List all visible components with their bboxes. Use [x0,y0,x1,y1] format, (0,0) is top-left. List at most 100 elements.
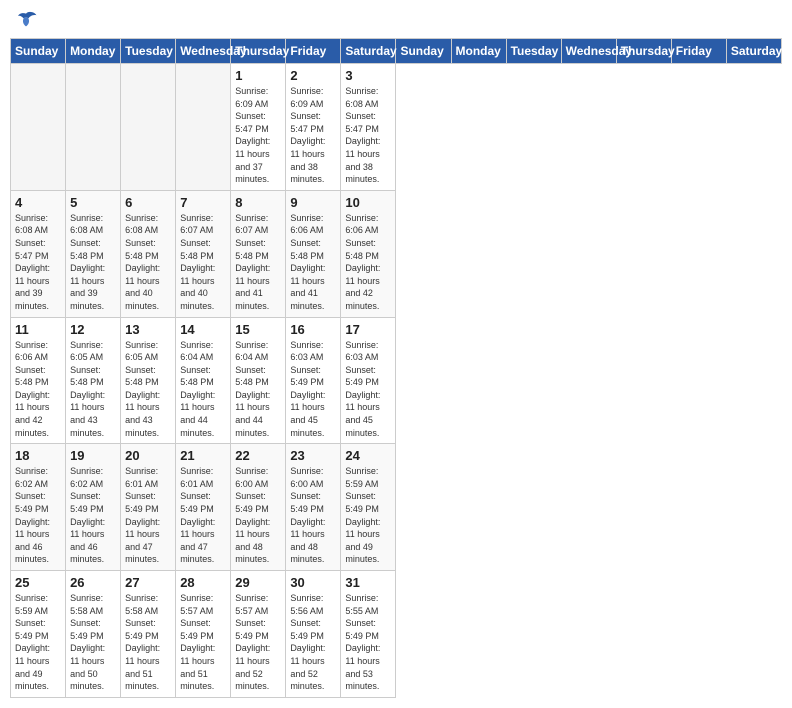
calendar-week-3: 11 Sunrise: 6:06 AMSunset: 5:48 PMDayligh… [11,317,782,444]
day-info: Sunrise: 5:58 AMSunset: 5:49 PMDaylight:… [70,592,116,693]
day-number: 30 [290,575,336,590]
weekday-header-monday: Monday [66,39,121,64]
calendar-cell: 13 Sunrise: 6:05 AMSunset: 5:48 PMDayligh… [121,317,176,444]
day-number: 11 [15,322,61,337]
day-info: Sunrise: 6:09 AMSunset: 5:47 PMDaylight:… [235,85,281,186]
day-number: 24 [345,448,391,463]
weekday-sunday: Sunday [396,39,451,64]
day-number: 15 [235,322,281,337]
calendar-cell: 4 Sunrise: 6:08 AMSunset: 5:47 PMDaylight… [11,190,66,317]
day-info: Sunrise: 6:08 AMSunset: 5:47 PMDaylight:… [345,85,391,186]
weekday-header-tuesday: Tuesday [121,39,176,64]
day-info: Sunrise: 6:06 AMSunset: 5:48 PMDaylight:… [345,212,391,313]
logo-bird-icon [14,10,38,30]
day-info: Sunrise: 6:07 AMSunset: 5:48 PMDaylight:… [180,212,226,313]
day-number: 22 [235,448,281,463]
calendar-cell: 15 Sunrise: 6:04 AMSunset: 5:48 PMDayligh… [231,317,286,444]
calendar-week-2: 4 Sunrise: 6:08 AMSunset: 5:47 PMDaylight… [11,190,782,317]
day-number: 9 [290,195,336,210]
calendar-cell: 8 Sunrise: 6:07 AMSunset: 5:48 PMDaylight… [231,190,286,317]
day-number: 2 [290,68,336,83]
calendar-cell [66,64,121,191]
calendar-week-4: 18 Sunrise: 6:02 AMSunset: 5:49 PMDayligh… [11,444,782,571]
weekday-wednesday: Wednesday [561,39,616,64]
day-number: 23 [290,448,336,463]
day-number: 10 [345,195,391,210]
day-number: 18 [15,448,61,463]
day-info: Sunrise: 5:59 AMSunset: 5:49 PMDaylight:… [15,592,61,693]
calendar-cell: 1 Sunrise: 6:09 AMSunset: 5:47 PMDaylight… [231,64,286,191]
calendar-cell: 11 Sunrise: 6:06 AMSunset: 5:48 PMDayligh… [11,317,66,444]
day-number: 31 [345,575,391,590]
calendar-cell [176,64,231,191]
day-info: Sunrise: 6:02 AMSunset: 5:49 PMDaylight:… [15,465,61,566]
day-info: Sunrise: 6:04 AMSunset: 5:48 PMDaylight:… [235,339,281,440]
weekday-thursday: Thursday [616,39,671,64]
weekday-monday: Monday [451,39,506,64]
calendar-cell: 7 Sunrise: 6:07 AMSunset: 5:48 PMDaylight… [176,190,231,317]
calendar-cell: 29 Sunrise: 5:57 AMSunset: 5:49 PMDayligh… [231,571,286,698]
day-info: Sunrise: 6:06 AMSunset: 5:48 PMDaylight:… [290,212,336,313]
calendar-cell: 30 Sunrise: 5:56 AMSunset: 5:49 PMDayligh… [286,571,341,698]
weekday-header-saturday: Saturday [341,39,396,64]
day-info: Sunrise: 6:00 AMSunset: 5:49 PMDaylight:… [235,465,281,566]
day-info: Sunrise: 6:08 AMSunset: 5:47 PMDaylight:… [15,212,61,313]
calendar-cell: 24 Sunrise: 5:59 AMSunset: 5:49 PMDayligh… [341,444,396,571]
day-info: Sunrise: 6:03 AMSunset: 5:49 PMDaylight:… [290,339,336,440]
day-info: Sunrise: 5:57 AMSunset: 5:49 PMDaylight:… [180,592,226,693]
day-number: 1 [235,68,281,83]
day-number: 29 [235,575,281,590]
day-number: 6 [125,195,171,210]
day-info: Sunrise: 5:55 AMSunset: 5:49 PMDaylight:… [345,592,391,693]
day-info: Sunrise: 5:57 AMSunset: 5:49 PMDaylight:… [235,592,281,693]
calendar-table: SundayMondayTuesdayWednesdayThursdayFrid… [10,38,782,698]
calendar-cell: 14Sunrise: 6:04 AMSunset: 5:48 PMDayligh… [176,317,231,444]
day-info: Sunrise: 6:03 AMSunset: 5:49 PMDaylight:… [345,339,391,440]
calendar-cell: 12Sunrise: 6:05 AMSunset: 5:48 PMDayligh… [66,317,121,444]
calendar-week-1: 1 Sunrise: 6:09 AMSunset: 5:47 PMDaylight… [11,64,782,191]
day-info: Sunrise: 6:08 AMSunset: 5:48 PMDaylight:… [70,212,116,313]
day-number: 13 [125,322,171,337]
day-number: 19 [70,448,116,463]
day-number: 8 [235,195,281,210]
day-number: 26 [70,575,116,590]
calendar-cell: 25Sunrise: 5:59 AMSunset: 5:49 PMDayligh… [11,571,66,698]
day-info: Sunrise: 6:02 AMSunset: 5:49 PMDaylight:… [70,465,116,566]
day-number: 17 [345,322,391,337]
calendar-week-5: 25Sunrise: 5:59 AMSunset: 5:49 PMDayligh… [11,571,782,698]
day-number: 5 [70,195,116,210]
day-number: 7 [180,195,226,210]
day-number: 16 [290,322,336,337]
day-number: 4 [15,195,61,210]
calendar-cell: 3Sunrise: 6:08 AMSunset: 5:47 PMDaylight… [341,64,396,191]
day-info: Sunrise: 6:00 AMSunset: 5:49 PMDaylight:… [290,465,336,566]
calendar-cell: 26 Sunrise: 5:58 AMSunset: 5:49 PMDayligh… [66,571,121,698]
day-info: Sunrise: 5:58 AMSunset: 5:49 PMDaylight:… [125,592,171,693]
day-info: Sunrise: 6:06 AMSunset: 5:48 PMDaylight:… [15,339,61,440]
day-info: Sunrise: 6:04 AMSunset: 5:48 PMDaylight:… [180,339,226,440]
day-info: Sunrise: 6:05 AMSunset: 5:48 PMDaylight:… [125,339,171,440]
day-info: Sunrise: 5:56 AMSunset: 5:49 PMDaylight:… [290,592,336,693]
weekday-tuesday: Tuesday [506,39,561,64]
day-info: Sunrise: 5:59 AMSunset: 5:49 PMDaylight:… [345,465,391,566]
day-info: Sunrise: 6:01 AMSunset: 5:49 PMDaylight:… [125,465,171,566]
calendar-cell: 23 Sunrise: 6:00 AMSunset: 5:49 PMDayligh… [286,444,341,571]
calendar-cell: 31 Sunrise: 5:55 AMSunset: 5:49 PMDayligh… [341,571,396,698]
weekday-header-friday: Friday [286,39,341,64]
calendar-cell: 9 Sunrise: 6:06 AMSunset: 5:48 PMDaylight… [286,190,341,317]
day-number: 27 [125,575,171,590]
calendar-cell: 5 Sunrise: 6:08 AMSunset: 5:48 PMDaylight… [66,190,121,317]
day-info: Sunrise: 6:09 AMSunset: 5:47 PMDaylight:… [290,85,336,186]
day-info: Sunrise: 6:01 AMSunset: 5:49 PMDaylight:… [180,465,226,566]
day-info: Sunrise: 6:07 AMSunset: 5:48 PMDaylight:… [235,212,281,313]
weekday-saturday: Saturday [726,39,781,64]
weekday-header-wednesday: Wednesday [176,39,231,64]
day-info: Sunrise: 6:08 AMSunset: 5:48 PMDaylight:… [125,212,171,313]
calendar-cell [11,64,66,191]
calendar-cell: 20Sunrise: 6:01 AMSunset: 5:49 PMDayligh… [121,444,176,571]
calendar-cell: 2 Sunrise: 6:09 AMSunset: 5:47 PMDaylight… [286,64,341,191]
calendar-cell: 16 Sunrise: 6:03 AMSunset: 5:49 PMDayligh… [286,317,341,444]
day-number: 12 [70,322,116,337]
calendar-cell: 10 Sunrise: 6:06 AMSunset: 5:48 PMDayligh… [341,190,396,317]
calendar-cell: 6 Sunrise: 6:08 AMSunset: 5:48 PMDaylight… [121,190,176,317]
